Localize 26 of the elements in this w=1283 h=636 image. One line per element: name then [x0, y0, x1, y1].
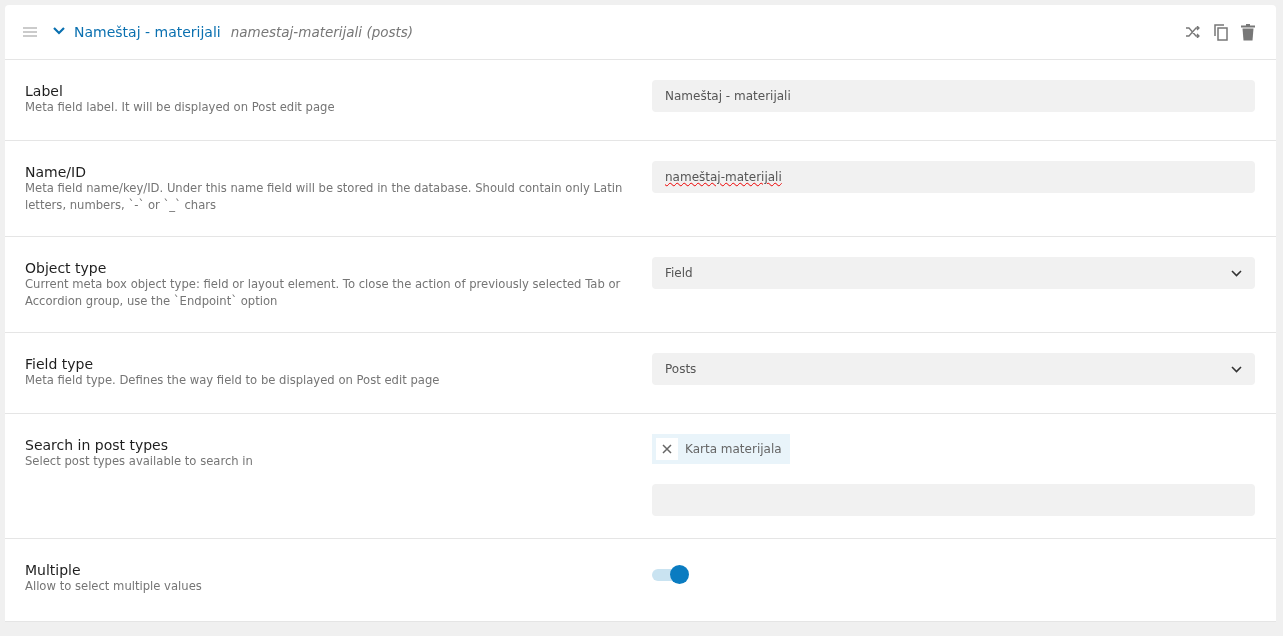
field-title[interactable]: Nameštaj - materijali	[74, 24, 221, 40]
field-description: Meta field name/key/ID. Under this name field will be stored in the database. Should contain only Latin letters, numbers, `-` or `_` chars	[25, 180, 624, 214]
drag-handle-icon[interactable]	[23, 27, 37, 37]
field-label: Multiple	[25, 562, 82, 578]
field-label: Object type	[25, 260, 108, 276]
text-field[interactable]: Nameštaj - materijali	[652, 80, 1255, 112]
field-description: Allow to select multiple values	[25, 578, 203, 595]
field-label: Search in post types	[25, 437, 169, 453]
tag-label: Karta materijala	[685, 442, 782, 456]
field-slug: namestaj-materijali (posts)	[230, 24, 414, 40]
field-description: Select post types available to search in	[25, 453, 254, 470]
field-description: Current meta box object type: field or layout element. To close the action of previously selected Tab or Accordion group, use the `Endpoint` option	[25, 276, 622, 310]
select-field[interactable]: Field	[652, 257, 1255, 289]
field-description: Meta field label. It will be displayed on Post edit page	[25, 99, 336, 116]
text-field[interactable]: nameštaj-materijali	[652, 161, 1255, 193]
trash-icon[interactable]	[1241, 23, 1255, 41]
field-label: Label	[25, 83, 64, 99]
remove-icon[interactable]	[662, 444, 672, 454]
field-label: Name/ID	[25, 164, 87, 180]
shuffle-icon[interactable]	[1185, 26, 1201, 38]
chevron-down-icon[interactable]	[1231, 365, 1242, 373]
select-field[interactable]: Posts	[652, 353, 1255, 385]
copy-icon[interactable]	[1214, 23, 1228, 41]
field-description: Meta field type. Defines the way field to be displayed on Post edit page	[25, 372, 441, 389]
chevron-down-icon[interactable]	[1231, 269, 1242, 277]
field-label: Field type	[25, 356, 95, 372]
